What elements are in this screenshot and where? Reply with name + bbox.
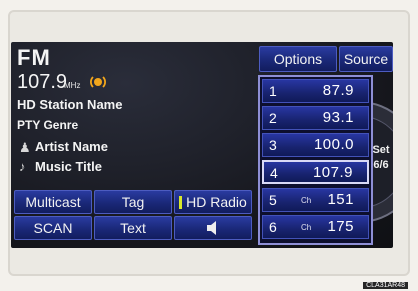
preset-3-button[interactable]: 3 100.0 [262, 133, 369, 157]
tag-button[interactable]: Tag [94, 190, 172, 214]
image-code: CLA31AR48 [363, 282, 408, 289]
hd-indicator [179, 195, 183, 209]
hd-radio-signal-icon [90, 76, 106, 88]
multicast-button[interactable]: Multicast [14, 190, 92, 214]
preset-1-button[interactable]: 1 87.9 [262, 79, 369, 103]
text-button[interactable]: Text [94, 216, 172, 240]
hd-radio-button[interactable]: HD Radio [174, 190, 252, 214]
scan-button[interactable]: SCAN [14, 216, 92, 240]
sound-button[interactable] [174, 216, 252, 240]
music-title: Music Title [35, 159, 102, 174]
hd-radio-label: HD Radio [186, 194, 247, 210]
pty-genre: PTY Genre [17, 118, 79, 132]
artist-icon: ♟ [19, 140, 31, 155]
source-button[interactable]: Source [339, 46, 393, 72]
options-button[interactable]: Options [259, 46, 337, 72]
frequency-unit: MHz [64, 81, 81, 90]
frequency-value: 107.9 [17, 71, 68, 93]
artist-name: Artist Name [35, 139, 108, 154]
preset-4-button[interactable]: 4 107.9 [262, 160, 369, 184]
band-label: FM [17, 45, 51, 70]
radio-screen: FM 107.9 MHz HD Station Name PTY Genre ♟… [11, 42, 393, 248]
preset-2-button[interactable]: 2 93.1 [262, 106, 369, 130]
preset-6-button[interactable]: 6 Ch 175 [262, 215, 369, 239]
preset-5-button[interactable]: 5 Ch 151 [262, 188, 369, 212]
speaker-icon [207, 221, 216, 235]
music-note-icon: ♪ [19, 159, 26, 174]
hd-station-name: HD Station Name [17, 97, 123, 112]
preset-list: 1 87.9 2 93.1 3 100.0 4 107.9 5 Ch 151 6… [258, 75, 373, 245]
